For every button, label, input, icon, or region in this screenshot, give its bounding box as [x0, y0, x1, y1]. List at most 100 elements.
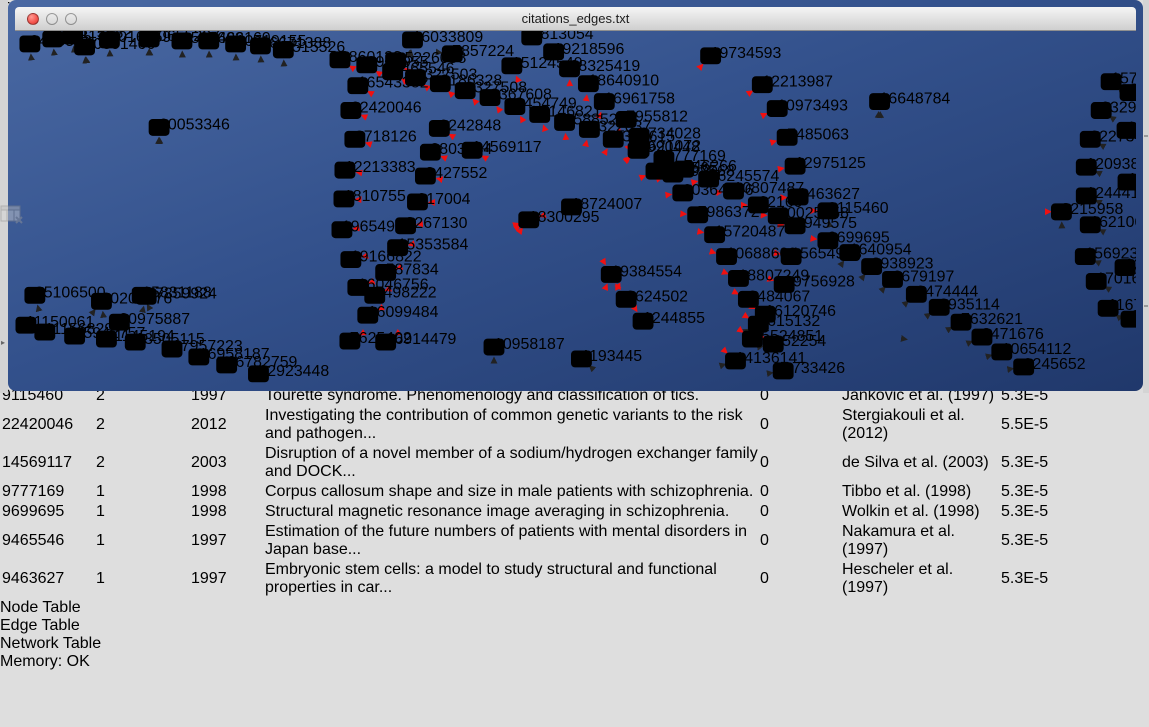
table-cell[interactable]: 0: [760, 523, 840, 559]
graph-node[interactable]: 16914479: [375, 331, 456, 350]
graph-edge[interactable]: [893, 355, 991, 385]
graph-node[interactable]: 19734593: [700, 45, 781, 64]
graph-node[interactable]: 19384554: [601, 263, 682, 282]
graph-node[interactable]: 7515526: [273, 39, 345, 58]
resize-grip-icon[interactable]: [1114, 365, 1134, 385]
graph-node[interactable]: 17359924: [136, 285, 217, 304]
table-cell[interactable]: Hescheler et al. (1997): [842, 561, 999, 597]
graph-node[interactable]: 7857224: [442, 43, 514, 62]
table-cell[interactable]: 2012: [191, 407, 263, 443]
table-cell[interactable]: 22420046: [2, 407, 94, 443]
graph-edge[interactable]: [146, 50, 149, 296]
table-cell[interactable]: Tibbo et al. (1998): [842, 483, 999, 501]
graph-node[interactable]: 18640910: [578, 73, 659, 92]
graph-node[interactable]: 587834: [375, 261, 439, 280]
table-cell[interactable]: 9465546: [2, 523, 94, 559]
table-cell[interactable]: 1: [96, 523, 189, 559]
graph-node[interactable]: 7485063: [777, 126, 849, 145]
table-cell[interactable]: Disruption of a novel member of a sodium…: [265, 445, 758, 481]
table-cell[interactable]: 5.3E-5: [1001, 561, 1121, 597]
graph-node[interactable]: 927345: [1120, 82, 1136, 101]
graph-edge[interactable]: [852, 328, 952, 385]
graph-node[interactable]: 9245652: [1013, 356, 1085, 375]
table-row[interactable]: 2242004622012Investigating the contribut…: [2, 407, 1121, 443]
collapse-handle-icon[interactable]: ▸: [1, 338, 5, 347]
table-cell[interactable]: 0: [760, 561, 840, 597]
table-cell[interactable]: 5.5E-5: [1001, 407, 1121, 443]
table-cell[interactable]: 9699695: [2, 503, 94, 521]
table-cell[interactable]: 5.3E-5: [1001, 483, 1121, 501]
table-cell[interactable]: 9463627: [2, 561, 94, 597]
graph-node[interactable]: 12213383: [334, 159, 415, 178]
table-cell[interactable]: 0: [760, 483, 840, 501]
graph-edge[interactable]: [661, 364, 725, 385]
table-cell[interactable]: 2: [96, 445, 189, 481]
table-cell[interactable]: 5.3E-5: [1001, 523, 1121, 559]
table-cell[interactable]: 5.3E-5: [1001, 445, 1121, 481]
graph-node[interactable]: 15353584: [387, 237, 468, 256]
table-cell[interactable]: 9777169: [2, 483, 94, 501]
table-cell[interactable]: Estimation of the future numbers of pati…: [265, 523, 758, 559]
graph-node[interactable]: 19218596: [543, 41, 624, 60]
graph-edge[interactable]: [872, 341, 972, 384]
graph-edge[interactable]: [701, 373, 773, 385]
table-cell[interactable]: 1998: [191, 503, 263, 521]
graph-edge[interactable]: [110, 51, 120, 322]
graph-node[interactable]: 1193445: [571, 348, 642, 367]
graph-edge[interactable]: [544, 126, 572, 207]
graph-edge[interactable]: [482, 156, 571, 207]
table-cell[interactable]: Embryonic stem cells: a model to study s…: [265, 561, 758, 597]
graph-node[interactable]: 16648784: [869, 91, 950, 110]
graph-node[interactable]: 10958187: [484, 336, 565, 355]
graph-node[interactable]: 12093872: [1076, 156, 1136, 175]
table-cell[interactable]: Nakamura et al. (1997): [842, 523, 999, 559]
table-cell[interactable]: 14569117: [2, 445, 94, 481]
graph-node[interactable]: 5498222: [364, 284, 436, 303]
graph-node[interactable]: 10973493: [767, 98, 848, 117]
table-cell[interactable]: 1997: [191, 561, 263, 597]
table-cell[interactable]: Investigating the contribution of common…: [265, 407, 758, 443]
table-cell[interactable]: de Silva et al. (2003): [842, 445, 999, 481]
table-row[interactable]: 946362711997Embryonic stem cells: a mode…: [2, 561, 1121, 597]
table-cell[interactable]: 5.3E-5: [1001, 503, 1121, 521]
table-row[interactable]: 969969511998Structural magnetic resonanc…: [2, 503, 1121, 521]
table-cell[interactable]: 1998: [191, 483, 263, 501]
graph-node[interactable]: 9465546: [382, 61, 454, 80]
table-row[interactable]: 1456911722003Disruption of a novel membe…: [2, 445, 1121, 481]
table-cell[interactable]: 2003: [191, 445, 263, 481]
graph-node[interactable]: 20053346: [149, 116, 230, 135]
table-cell[interactable]: 1997: [191, 523, 263, 559]
tab-network-table[interactable]: Network Table: [0, 635, 1149, 653]
graph-node[interactable]: 16961758: [594, 91, 675, 110]
tab-edge-table[interactable]: Edge Table: [0, 617, 1149, 635]
table-cell[interactable]: 1: [96, 561, 189, 597]
graph-node[interactable]: 22420046: [340, 99, 421, 118]
graph-node[interactable]: 9624502: [616, 288, 688, 307]
graph-node[interactable]: 16099484: [357, 304, 438, 323]
table-row[interactable]: 946554611997Estimation of the future num…: [2, 523, 1121, 559]
graph-node[interactable]: 1244855: [633, 310, 705, 329]
graph-node[interactable]: 12923448: [248, 363, 329, 382]
table-cell[interactable]: 0: [760, 445, 840, 481]
tab-node-table[interactable]: Node Table: [0, 599, 1149, 617]
graph-node[interactable]: 12213987: [752, 74, 833, 93]
graph-node[interactable]: 12975125: [785, 155, 866, 174]
graph-node[interactable]: 1210370: [1115, 257, 1136, 276]
graph-node[interactable]: 9242848: [429, 117, 501, 136]
graph-node[interactable]: 9329966: [1091, 99, 1136, 118]
graph-node[interactable]: 14569117: [462, 139, 542, 158]
table-cell[interactable]: 0: [760, 503, 840, 521]
graph-edge[interactable]: [914, 369, 1013, 385]
table-cell[interactable]: Structural magnetic resonance image aver…: [265, 503, 758, 521]
table-cell[interactable]: 1: [96, 483, 189, 501]
graph-node[interactable]: 1210369: [1118, 171, 1136, 190]
graph-node[interactable]: 1169345: [1117, 119, 1136, 138]
table-row[interactable]: 977716911998Corpus callosum shape and si…: [2, 483, 1121, 501]
table-cell[interactable]: Stergiakouli et al. (2012): [842, 407, 999, 443]
network-window-titlebar[interactable]: citations_edges.txt: [15, 7, 1136, 31]
table-cell[interactable]: Corpus callosum shape and size in male p…: [265, 483, 758, 501]
table-cell[interactable]: 0: [760, 407, 840, 443]
table-cell[interactable]: 1: [96, 503, 189, 521]
table-cell[interactable]: 2: [96, 407, 189, 443]
graph-node[interactable]: 8427552: [415, 165, 487, 184]
